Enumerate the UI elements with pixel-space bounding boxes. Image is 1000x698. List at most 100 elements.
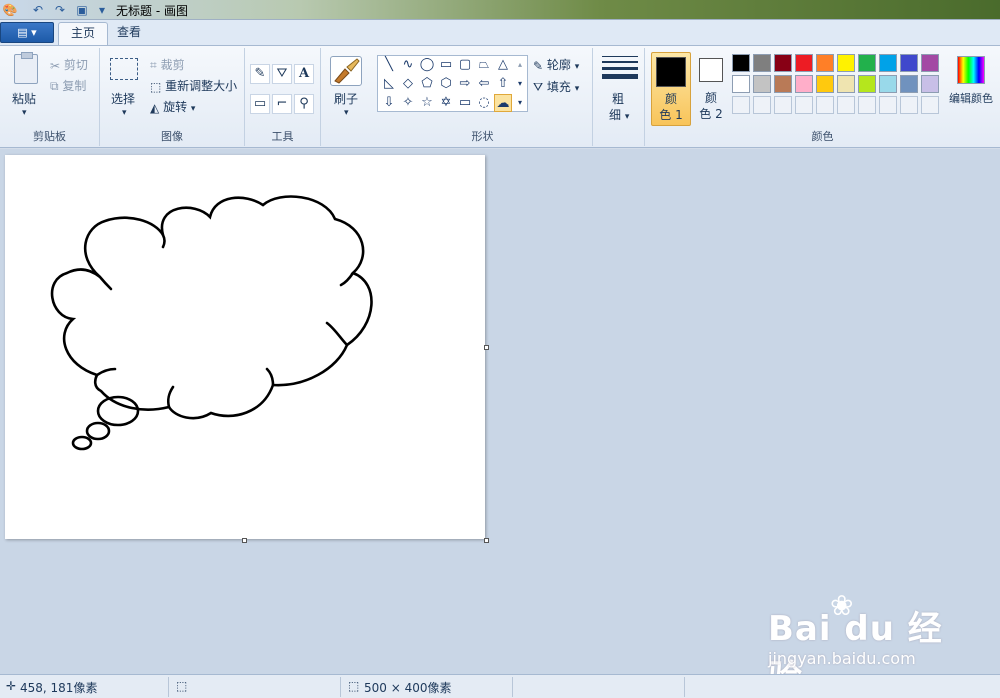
diamond-shape-icon[interactable]: ◇ (399, 75, 417, 93)
paste-button[interactable]: 粘贴 (12, 90, 36, 107)
crop-button[interactable]: ⌗ 裁剪 (150, 56, 185, 73)
right-arrow-shape-icon[interactable]: ⇨ (456, 75, 474, 93)
redo-icon[interactable]: ↷ (52, 2, 68, 18)
text-tool-icon[interactable]: A (294, 64, 314, 84)
size-label-top[interactable]: 粗 (612, 90, 624, 107)
cloud-callout-shape-icon[interactable]: ☁ (494, 94, 512, 112)
palette-custom-slot[interactable] (795, 96, 813, 114)
oval-shape-icon[interactable]: ◯ (418, 56, 436, 74)
resize-button[interactable]: ⬚ 重新调整大小 (150, 77, 237, 94)
palette-color-swatch[interactable] (858, 54, 876, 72)
oval-callout-shape-icon[interactable]: ◌ (475, 94, 493, 112)
ribbon: 粘贴 ▾ ✂ 剪切 ⧉ 复制 剪贴板 选择 ▾ ⌗ 裁剪 ⬚ 重新调整大小 ◭ … (0, 45, 1000, 148)
color2-button[interactable]: 颜 色 2 (691, 52, 731, 126)
image-size-icon: ⬚ (348, 679, 360, 693)
line-shape-icon[interactable]: ╲ (380, 56, 398, 74)
palette-custom-slot[interactable] (816, 96, 834, 114)
rotate-button[interactable]: ◭ 旋转 ▾ (150, 98, 195, 115)
palette-color-swatch[interactable] (795, 75, 813, 93)
paste-dropdown-icon[interactable]: ▾ (22, 108, 27, 118)
outline-button[interactable]: ✎ 轮廓 ▾ (533, 56, 579, 73)
brush-icon[interactable] (330, 56, 362, 86)
palette-color-swatch[interactable] (816, 54, 834, 72)
eraser-icon[interactable]: ▭ (250, 94, 270, 114)
canvas-resize-handle-right[interactable] (484, 345, 489, 350)
palette-color-swatch[interactable] (732, 75, 750, 93)
app-menu-button[interactable]: ▤ ▾ (0, 22, 54, 43)
six-point-star-shape-icon[interactable]: ✡ (437, 94, 455, 112)
rectangle-shape-icon[interactable]: ▭ (437, 56, 455, 74)
palette-color-swatch[interactable] (837, 75, 855, 93)
palette-custom-slot[interactable] (774, 96, 792, 114)
paste-icon[interactable] (14, 52, 38, 84)
pentagon-shape-icon[interactable]: ⬠ (418, 75, 436, 93)
size-icon[interactable] (600, 52, 640, 83)
left-arrow-shape-icon[interactable]: ⇦ (475, 75, 493, 93)
palette-custom-slot[interactable] (837, 96, 855, 114)
palette-color-swatch[interactable] (837, 54, 855, 72)
select-icon[interactable] (110, 58, 138, 80)
save-icon[interactable]: ▣ (74, 2, 90, 18)
palette-color-swatch[interactable] (858, 75, 876, 93)
fill-bucket-icon[interactable]: ⛛ (272, 64, 292, 84)
palette-custom-slot[interactable] (879, 96, 897, 114)
palette-color-swatch[interactable] (879, 75, 897, 93)
magnifier-icon[interactable]: ⚲ (294, 94, 314, 114)
tab-home[interactable]: 主页 (58, 22, 109, 45)
pencil-icon[interactable]: ✎ (250, 64, 270, 84)
up-arrow-shape-icon[interactable]: ⇧ (494, 75, 512, 93)
palette-color-swatch[interactable] (774, 75, 792, 93)
canvas-workspace[interactable]: ❀ Bai du 经验 jingyan.baidu.com (0, 149, 1000, 698)
palette-color-swatch[interactable] (921, 75, 939, 93)
four-point-star-shape-icon[interactable]: ✧ (399, 94, 417, 112)
palette-color-swatch[interactable] (900, 54, 918, 72)
polygon-shape-icon[interactable]: ⏢ (475, 56, 493, 74)
color1-button[interactable]: 颜 色 1 (651, 52, 691, 126)
palette-color-swatch[interactable] (753, 54, 771, 72)
cut-button[interactable]: ✂ 剪切 (50, 56, 88, 73)
shapes-scroll-up-icon[interactable]: ▴ (514, 56, 526, 74)
undo-icon[interactable]: ↶ (30, 2, 46, 18)
palette-color-swatch[interactable] (774, 54, 792, 72)
palette-custom-slot[interactable] (753, 96, 771, 114)
edit-colors-button[interactable]: 编辑颜色 (945, 56, 997, 106)
palette-custom-slot[interactable] (858, 96, 876, 114)
shapes-scroll-down-icon[interactable]: ▾ (514, 75, 526, 93)
select-dropdown-icon[interactable]: ▾ (122, 108, 127, 118)
palette-color-swatch[interactable] (753, 75, 771, 93)
rounded-rectangle-shape-icon[interactable]: ▢ (456, 56, 474, 74)
palette-color-swatch[interactable] (921, 54, 939, 72)
size-button[interactable]: 细 ▾ (609, 106, 629, 123)
palette-custom-slot[interactable] (900, 96, 918, 114)
select-button[interactable]: 选择 (111, 90, 135, 107)
canvas-resize-handle-corner[interactable] (484, 538, 489, 543)
palette-color-swatch[interactable] (732, 54, 750, 72)
palette-custom-slot[interactable] (732, 96, 750, 114)
palette-custom-slot[interactable] (921, 96, 939, 114)
five-point-star-shape-icon[interactable]: ☆ (418, 94, 436, 112)
color-spectrum-icon (957, 56, 985, 84)
hexagon-shape-icon[interactable]: ⬡ (437, 75, 455, 93)
tab-view[interactable]: 查看 (105, 22, 153, 45)
brushes-button[interactable]: 刷子 (334, 90, 358, 107)
triangle-shape-icon[interactable]: △ (494, 56, 512, 74)
brushes-dropdown-icon[interactable]: ▾ (344, 108, 349, 118)
quick-access-dropdown-icon[interactable]: ▾ (94, 2, 110, 18)
palette-color-swatch[interactable] (816, 75, 834, 93)
rect-callout-shape-icon[interactable]: ▭ (456, 94, 474, 112)
palette-color-swatch[interactable] (879, 54, 897, 72)
shapes-expand-icon[interactable]: ▾ (514, 94, 526, 112)
fill-button[interactable]: ⛛ 填充 ▾ (533, 78, 579, 95)
baidu-watermark: ❀ Bai du 经验 jingyan.baidu.com (768, 589, 968, 698)
paint-app-icon[interactable]: 🎨 (2, 2, 18, 18)
drawing-canvas[interactable] (5, 155, 485, 539)
curve-shape-icon[interactable]: ∿ (399, 56, 417, 74)
down-arrow-shape-icon[interactable]: ⇩ (380, 94, 398, 112)
palette-color-swatch[interactable] (900, 75, 918, 93)
palette-color-swatch[interactable] (795, 54, 813, 72)
right-triangle-shape-icon[interactable]: ◺ (380, 75, 398, 93)
shapes-gallery: ╲ ∿ ◯ ▭ ▢ ⏢ △ ◺ ◇ ⬠ ⬡ ⇨ ⇦ ⇧ ⇩ ✧ ☆ ✡ ▭ ◌ … (377, 55, 528, 112)
copy-button[interactable]: ⧉ 复制 (50, 77, 86, 94)
color-picker-icon[interactable]: ⌐ (272, 94, 292, 114)
canvas-resize-handle-bottom[interactable] (242, 538, 247, 543)
